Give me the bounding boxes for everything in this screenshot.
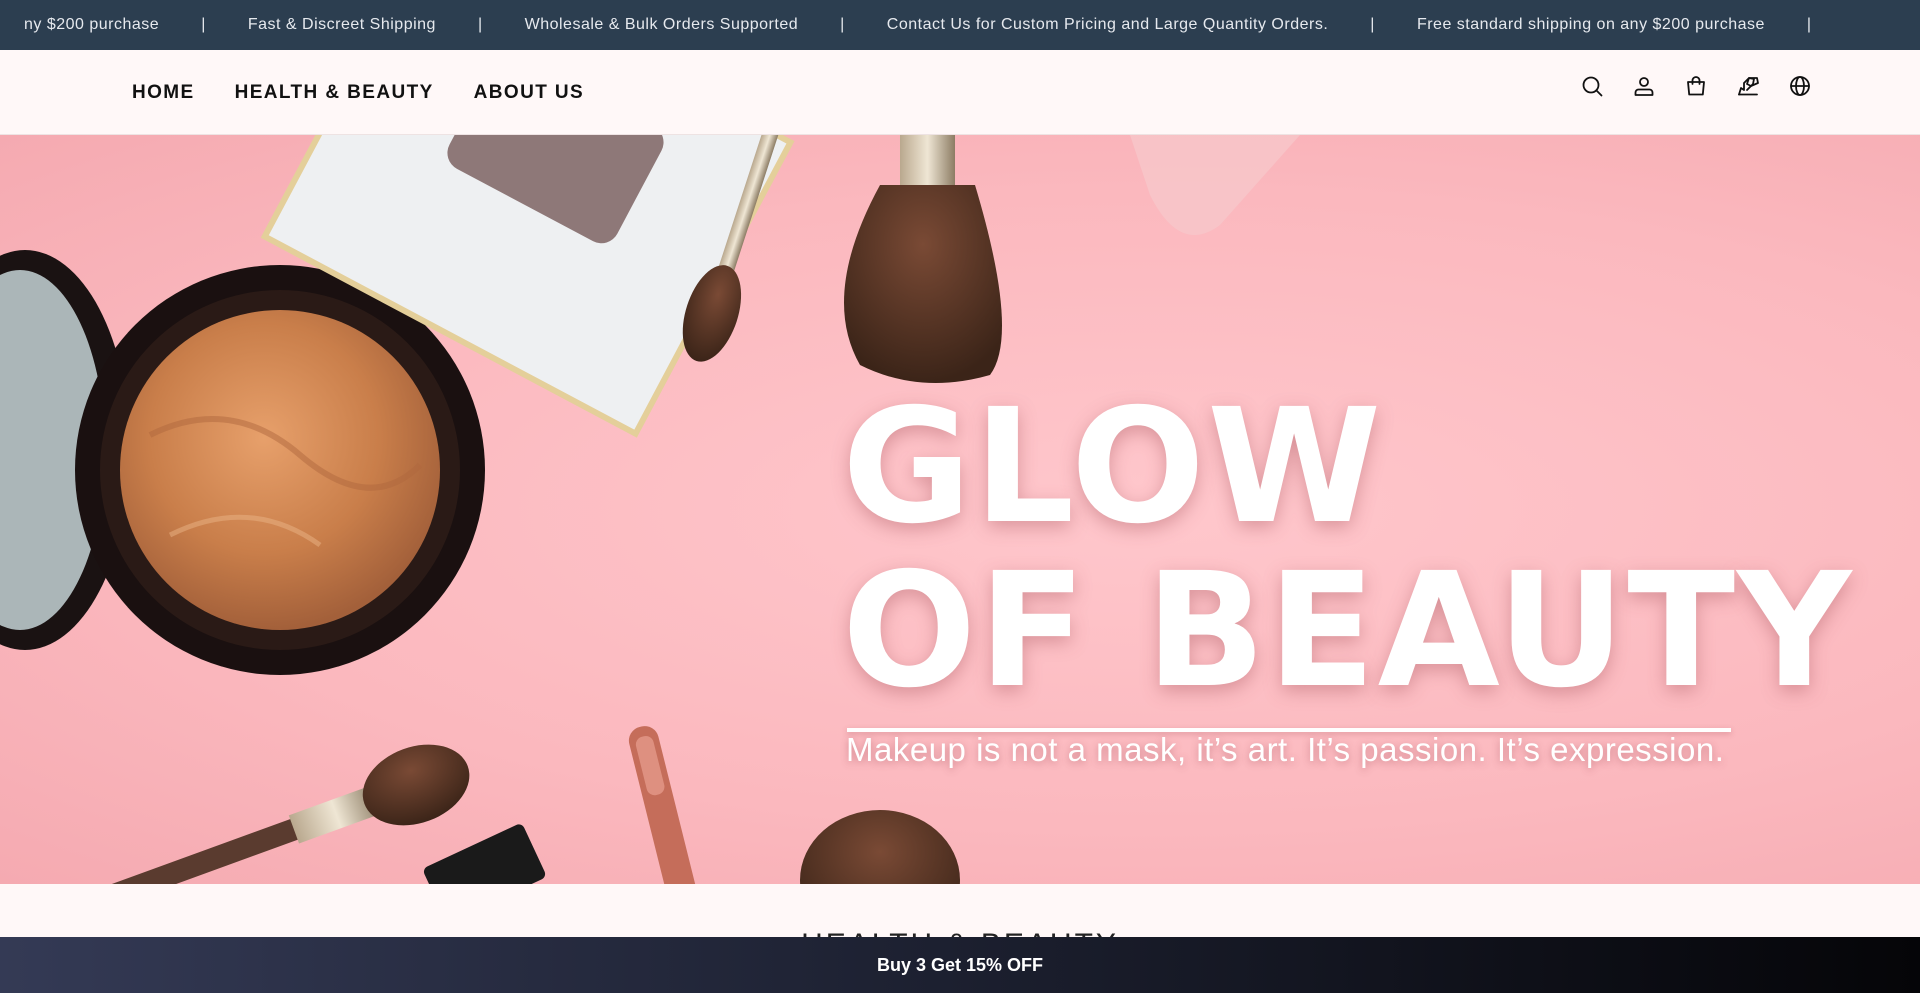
promo-label: Buy 3 Get 15% OFF [876,954,1044,975]
search-icon[interactable] [1580,74,1604,98]
hero-subtitle: Makeup is not a mask, it’s art. It’s pas… [846,731,1725,768]
announcement-separator: | [1806,16,1812,33]
announcement-item: Contact Us for Custom Pricing and Large … [886,16,1329,33]
wishlist-icon[interactable] [1736,74,1760,98]
promo-bar[interactable]: Buy 3 Get 15% OFF [0,937,1920,993]
hero-title-line-2: OF BEAUTY [842,539,1854,723]
cart-icon[interactable] [1684,74,1708,98]
globe-icon[interactable] [1788,74,1812,98]
announcement-item: Fast & Discreet Shipping [247,16,436,33]
nav-health-beauty[interactable]: HEALTH & BEAUTY [235,82,434,104]
main-nav: HOME HEALTH & BEAUTY ABOUT US [132,50,584,135]
announcement-item: Wholesale & Bulk Orders Supported [524,16,799,33]
hero-banner[interactable]: GLOW OF BEAUTY Makeup is not a mask, it’… [0,135,1920,884]
announcement-item: Free standard shipping on any $200 purch… [1416,16,1765,33]
nav-home[interactable]: HOME [132,82,195,104]
account-icon[interactable] [1632,74,1656,98]
header-icons [1580,74,1812,98]
announcement-bar: ny $200 purchase | Fast & Discreet Shipp… [0,0,1920,50]
site-header: HOME HEALTH & BEAUTY ABOUT US [0,50,1920,135]
announcement-track: ny $200 purchase | Fast & Discreet Shipp… [0,0,1812,50]
announcement-item: ny $200 purchase [24,16,160,33]
collection-section: HEALTH & BEAUTY [0,884,1920,961]
hero-title-line-1: GLOW [842,375,1384,559]
hero-title: GLOW OF BEAUTY [842,385,1854,713]
nav-about-us[interactable]: ABOUT US [474,82,584,104]
